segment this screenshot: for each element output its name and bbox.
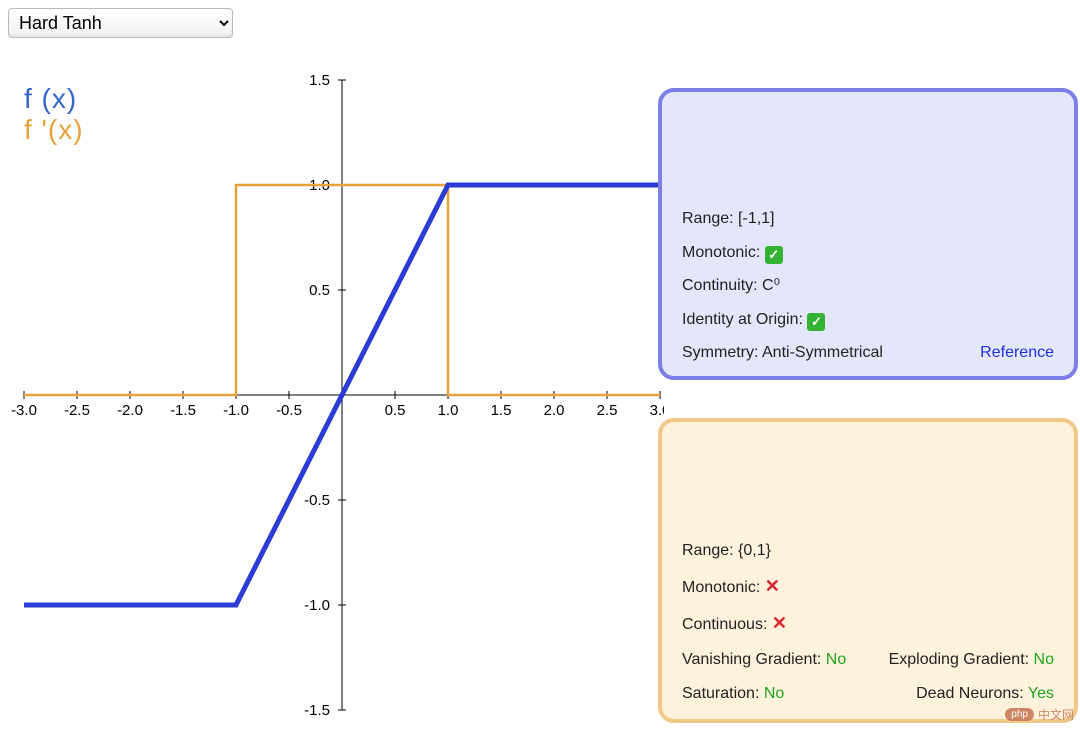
- cross-icon: ✕: [772, 613, 787, 633]
- f-identity: Identity at Origin: ✓: [682, 303, 1054, 337]
- fp-monotonic: Monotonic: ✕: [682, 568, 1054, 606]
- svg-text:2.5: 2.5: [597, 402, 618, 419]
- fp-vanishing: Vanishing Gradient: No: [682, 643, 846, 677]
- f-range: Range: [-1,1]: [682, 202, 1054, 236]
- activation-select[interactable]: Hard Tanh: [8, 8, 233, 38]
- watermark: php 中文网: [1005, 706, 1074, 723]
- svg-text:2.0: 2.0: [544, 402, 565, 419]
- check-icon: ✓: [765, 246, 783, 264]
- svg-text:-1.5: -1.5: [170, 402, 196, 419]
- svg-text:-1.0: -1.0: [223, 402, 249, 419]
- fp-exploding: Exploding Gradient: No: [889, 643, 1054, 677]
- f-monotonic: Monotonic: ✓: [682, 236, 1054, 270]
- chart-legend: f (x) f '(x): [24, 84, 84, 146]
- fp-gradient-row: Vanishing Gradient: No Exploding Gradien…: [682, 643, 1054, 677]
- f-continuity: Continuity: C⁰: [682, 269, 1054, 303]
- svg-text:-0.5: -0.5: [276, 402, 302, 419]
- legend-f: f (x): [24, 84, 84, 115]
- fp-saturation: Saturation: No: [682, 677, 784, 711]
- svg-text:1.5: 1.5: [491, 402, 512, 419]
- fp-sat-row: Saturation: No Dead Neurons: Yes: [682, 677, 1054, 711]
- svg-text:-0.5: -0.5: [304, 492, 330, 509]
- check-icon: ✓: [807, 313, 825, 331]
- f-symmetry: Symmetry: Anti-Symmetrical: [682, 336, 883, 370]
- legend-fp: f '(x): [24, 115, 84, 146]
- svg-text:1.5: 1.5: [309, 72, 330, 89]
- chart-area: f (x) f '(x) -3.0 -2.5 -2.0 -1.5 -1.0 -0.5 0.5…: [4, 60, 664, 720]
- cross-icon: ✕: [765, 576, 780, 596]
- fp-continuous: Continuous: ✕: [682, 605, 1054, 643]
- function-info-card: Range: [-1,1] Monotonic: ✓ Continuity: C…: [658, 88, 1078, 380]
- svg-text:-1.0: -1.0: [304, 597, 330, 614]
- svg-text:3.0: 3.0: [650, 402, 664, 419]
- svg-text:0.5: 0.5: [385, 402, 406, 419]
- fp-range: Range: {0,1}: [682, 534, 1054, 568]
- svg-text:0.5: 0.5: [309, 282, 330, 299]
- svg-text:-2.5: -2.5: [64, 402, 90, 419]
- watermark-text: 中文网: [1038, 706, 1074, 723]
- svg-text:1.0: 1.0: [438, 402, 459, 419]
- f-symmetry-row: Symmetry: Anti-Symmetrical Reference: [682, 336, 1054, 370]
- svg-text:-2.0: -2.0: [117, 402, 143, 419]
- chart-svg: -3.0 -2.5 -2.0 -1.5 -1.0 -0.5 0.5 1.0 1.5 2.0 2.5 3…: [4, 60, 664, 720]
- svg-text:-3.0: -3.0: [11, 402, 37, 419]
- svg-text:-1.5: -1.5: [304, 702, 330, 719]
- derivative-info-card: Range: {0,1} Monotonic: ✕ Continuous: ✕ …: [658, 418, 1078, 723]
- reference-link[interactable]: Reference: [980, 336, 1054, 370]
- watermark-badge: php: [1005, 708, 1034, 721]
